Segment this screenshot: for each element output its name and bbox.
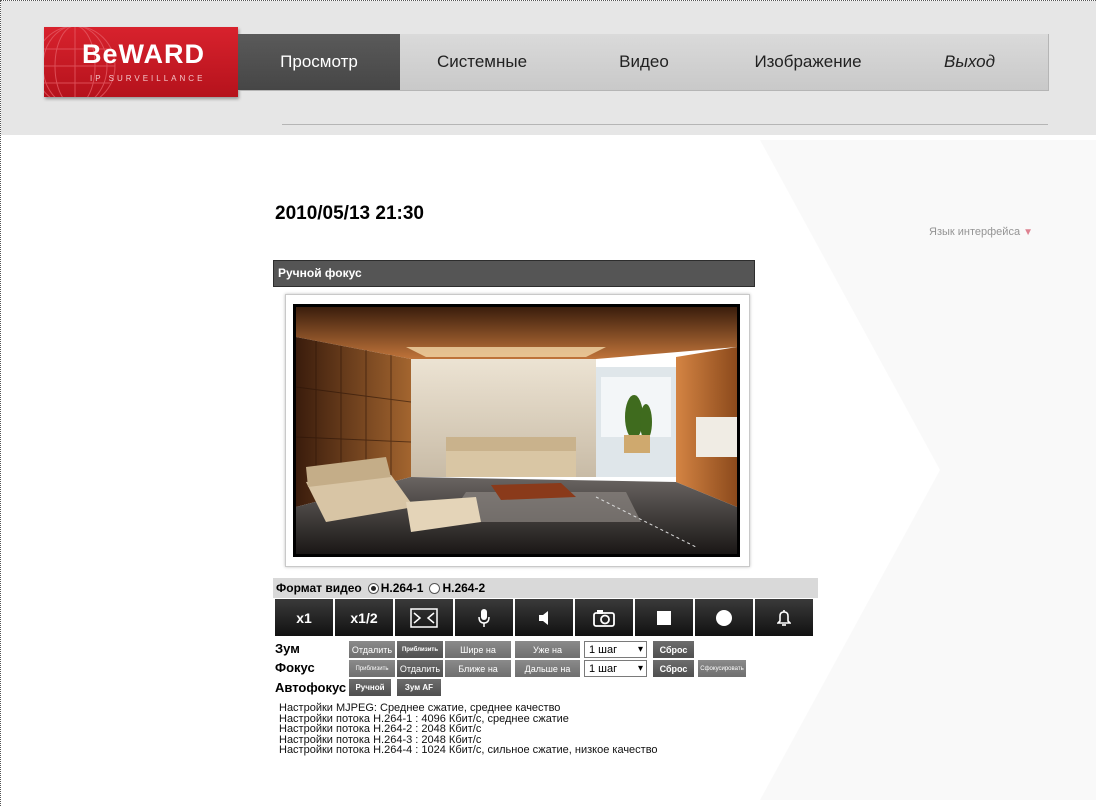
- speaker-icon: [539, 610, 548, 625]
- zoom-wider-button[interactable]: Шире на: [445, 641, 511, 658]
- format-radio-h264-1[interactable]: [367, 582, 379, 594]
- camera-snapshot-icon: [593, 609, 615, 627]
- zoom-step-select[interactable]: 1 шаг ▾: [584, 641, 647, 658]
- focus-further-button[interactable]: Дальше на: [515, 660, 580, 677]
- header-divider: [282, 124, 1048, 125]
- fit-screen-button[interactable]: [395, 599, 453, 636]
- zoom-x1-button[interactable]: x1: [275, 599, 333, 636]
- stream-info-line: Настройки MJPEG: Среднее сжатие, среднее…: [279, 702, 561, 714]
- zoom-out-button[interactable]: Отдалить: [349, 641, 395, 658]
- nav-tab-view[interactable]: Просмотр: [238, 34, 400, 90]
- main-nav: Просмотр Системные Видео Изображение Вых…: [238, 34, 1049, 91]
- fit-screen-icon: [410, 607, 438, 628]
- stream-settings-info: Настройки MJPEG: Среднее сжатие, среднее…: [279, 703, 658, 756]
- focus-closer-button[interactable]: Ближе на: [445, 660, 511, 677]
- format-option-h264-1: H.264-1: [380, 581, 424, 595]
- focus-near-button[interactable]: Приблизить: [349, 660, 395, 677]
- watermark-graphic: [760, 140, 1096, 800]
- zoom-x12-button[interactable]: x1/2: [335, 599, 393, 636]
- zoom-af-button[interactable]: Зум AF: [397, 679, 441, 696]
- autofocus-manual-button[interactable]: Ручной: [349, 679, 391, 696]
- format-option-h264-2: H.264-2: [442, 581, 486, 595]
- microphone-icon: [478, 608, 490, 627]
- focus-label: Фокус: [275, 660, 315, 675]
- zoom-step-value: 1 шаг: [589, 643, 618, 656]
- zoom-narrower-button[interactable]: Уже на: [515, 641, 580, 658]
- stream-info-line: Настройки потока H.264-2 : 2048 Кбит/с: [279, 723, 482, 735]
- autofocus-label: Автофокус: [275, 680, 347, 695]
- zoom-in-button[interactable]: Приблизить: [397, 641, 443, 658]
- nav-tab-video[interactable]: Видео: [564, 34, 724, 90]
- focus-step-value: 1 шаг: [589, 662, 618, 675]
- snapshot-button[interactable]: [575, 599, 633, 636]
- zoom-label: Зум: [275, 641, 300, 656]
- stream-info-line: Настройки потока H.264-4 : 1024 Кбит/с, …: [279, 744, 658, 756]
- format-radio-h264-2[interactable]: [429, 582, 441, 594]
- microphone-button[interactable]: [455, 599, 513, 636]
- focus-far-button[interactable]: Отдалить: [397, 660, 443, 677]
- datetime: 2010/05/13 21:30: [275, 203, 424, 224]
- brand-name: BeWARD: [82, 39, 206, 69]
- brand-logo[interactable]: BeWARD IP SURVEILLANCE: [44, 27, 238, 97]
- nav-tab-logout[interactable]: Выход: [892, 34, 1047, 90]
- nav-tab-system[interactable]: Системные: [400, 34, 564, 90]
- speaker-button[interactable]: [515, 599, 573, 636]
- brand-tagline: IP SURVEILLANCE: [90, 74, 206, 83]
- nav-tab-image[interactable]: Изображение: [724, 34, 892, 90]
- video-format-label: Формат видео: [276, 581, 362, 595]
- focus-step-select[interactable]: 1 шаг ▾: [584, 660, 647, 677]
